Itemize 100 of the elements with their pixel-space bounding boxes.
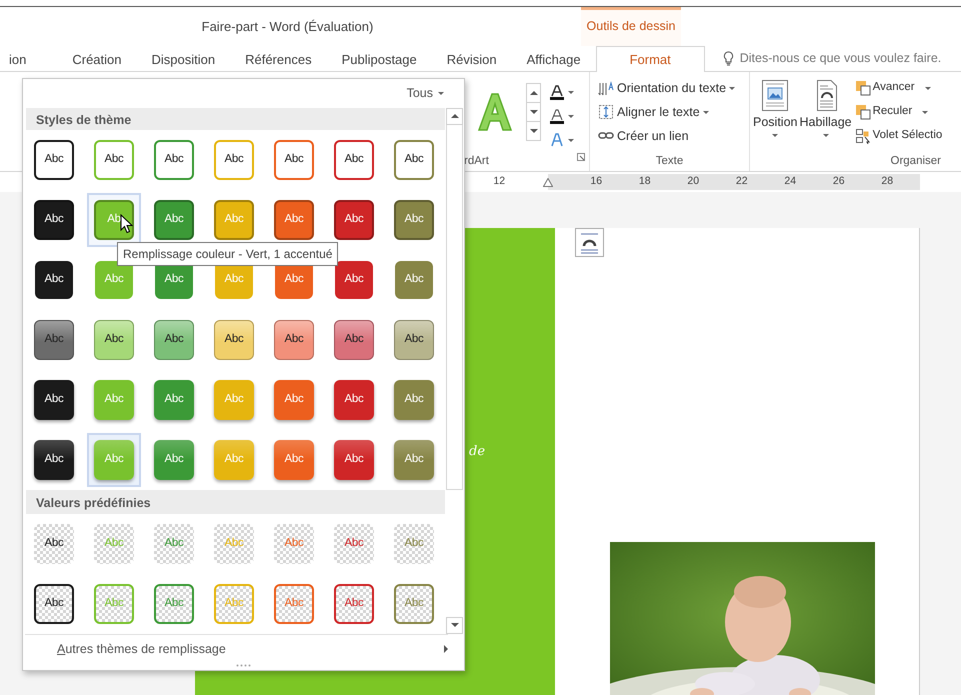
style-swatch[interactable]: Abc: [274, 584, 314, 624]
ribbon-command[interactable]: Créer un lien: [596, 124, 749, 148]
resize-grip-icon[interactable]: [236, 664, 252, 668]
style-swatch[interactable]: Abc: [214, 140, 254, 180]
scroll-up-button[interactable]: [446, 108, 463, 125]
style-swatch[interactable]: Abc: [34, 380, 74, 420]
style-swatch[interactable]: Abc: [154, 200, 194, 240]
scroll-down-button[interactable]: [446, 616, 463, 634]
context-tab-label: Outils de dessin: [581, 7, 681, 46]
style-swatch[interactable]: Abc: [154, 524, 194, 564]
style-swatch[interactable]: Abc: [154, 140, 194, 180]
style-swatch[interactable]: Abc: [334, 380, 374, 420]
filter-dropdown[interactable]: Tous: [404, 84, 446, 103]
style-swatch[interactable]: Abc: [334, 584, 374, 624]
style-swatch[interactable]: Abc: [394, 200, 434, 240]
style-swatch[interactable]: Abc: [154, 380, 194, 420]
ribbon-tab[interactable]: Disposition: [136, 46, 230, 72]
gallery-more-button[interactable]: [526, 121, 541, 141]
ribbon-tab[interactable]: ion: [0, 46, 58, 72]
style-swatch[interactable]: Abc: [154, 320, 194, 360]
ruler-number: 26: [832, 174, 846, 190]
text-fill-icon: [549, 84, 565, 100]
style-swatch[interactable]: Abc: [214, 320, 254, 360]
send-backward-icon: [854, 104, 871, 120]
style-swatch[interactable]: Abc: [94, 320, 134, 360]
style-swatch[interactable]: Abc: [154, 584, 194, 624]
ribbon-tab[interactable]: Références: [230, 46, 327, 72]
caret-icon: [568, 90, 574, 94]
style-swatch[interactable]: Abc: [395, 260, 433, 299]
style-swatch[interactable]: Abc: [94, 140, 134, 180]
ribbon-command[interactable]: Position: [752, 72, 798, 153]
style-swatch[interactable]: Abc: [334, 524, 374, 564]
caret-icon: [772, 134, 778, 137]
text-effects-icon: [549, 132, 565, 148]
ribbon-command[interactable]: Aligner le texte: [596, 100, 749, 124]
style-swatch[interactable]: Abc: [274, 440, 314, 480]
style-swatch[interactable]: Abc: [334, 200, 374, 240]
submenu-arrow-icon: [444, 645, 448, 654]
style-swatch[interactable]: Abc: [335, 260, 373, 299]
ribbon-command[interactable]: Orientation du texte: [596, 76, 749, 100]
ruler-number: 22: [734, 174, 749, 190]
ribbon-command[interactable]: Volet Sélectio: [852, 124, 944, 148]
page-text: de: [469, 444, 486, 459]
dialog-launcher-icon[interactable]: [577, 153, 585, 161]
group-label: Organiser: [890, 154, 941, 169]
ribbon-tab[interactable]: Révision: [432, 46, 512, 72]
style-swatch[interactable]: Abc: [394, 440, 434, 480]
style-swatch[interactable]: Abc: [154, 440, 194, 480]
style-swatch[interactable]: Abc: [274, 320, 314, 360]
bring-forward-icon: [854, 80, 871, 96]
group-label: rdArt: [464, 154, 489, 169]
position-icon: [760, 80, 790, 111]
ruler-number: 18: [638, 174, 652, 190]
ribbon-command[interactable]: Reculer: [852, 100, 944, 124]
gallery-down-button[interactable]: [526, 102, 541, 122]
ruler-number: 20: [686, 174, 700, 190]
caret-icon: [568, 138, 574, 142]
style-swatch[interactable]: Abc: [34, 524, 74, 564]
style-swatch[interactable]: Abc: [334, 140, 374, 180]
style-swatch[interactable]: Abc: [274, 200, 314, 240]
style-swatch[interactable]: Abc: [34, 584, 74, 624]
ribbon-tab[interactable]: Affichage: [512, 46, 596, 72]
layout-options-icon[interactable]: [575, 228, 604, 257]
group-label: Texte: [654, 154, 684, 169]
style-swatch[interactable]: Abc: [274, 380, 314, 420]
ribbon-tab[interactable]: Création: [57, 46, 136, 72]
style-swatch[interactable]: Abc: [334, 440, 374, 480]
caret-icon: [822, 134, 829, 137]
style-swatch[interactable]: Abc: [35, 260, 73, 299]
style-swatch[interactable]: Abc: [394, 140, 434, 180]
lightbulb-icon: [722, 51, 734, 66]
ribbon-command[interactable]: Avancer: [852, 76, 944, 100]
ruler-number: 28: [880, 174, 894, 190]
style-swatch[interactable]: Abc: [274, 524, 314, 564]
ruler-number: 16: [589, 174, 604, 190]
ruler-number: 24: [783, 174, 798, 190]
style-swatch[interactable]: Abc: [34, 320, 74, 360]
caret-icon: [568, 114, 574, 118]
style-swatch[interactable]: Abc: [34, 200, 74, 240]
ribbon-command[interactable]: Habillage: [798, 72, 853, 153]
caret-icon: [438, 92, 444, 95]
menu-item[interactable]: Autres thèmes de remplissage: [25, 640, 444, 659]
mouse-cursor-icon: [120, 214, 133, 234]
style-swatch[interactable]: Abc: [334, 320, 374, 360]
indent-marker-icon[interactable]: [542, 178, 553, 186]
style-swatch[interactable]: Abc: [34, 140, 74, 180]
style-swatch[interactable]: Abc: [394, 380, 434, 420]
ribbon-tab[interactable]: Publipostage: [326, 46, 432, 72]
style-swatch[interactable]: Abc: [274, 140, 314, 180]
style-swatch[interactable]: Abc: [394, 524, 434, 564]
style-swatch[interactable]: Abc: [394, 320, 434, 360]
scrollbar-thumb[interactable]: [446, 124, 463, 490]
ribbon-tab[interactable]: Format: [596, 46, 705, 72]
style-swatch[interactable]: Abc: [394, 584, 434, 624]
style-swatch[interactable]: Abc: [34, 440, 74, 480]
text-outline-icon: [549, 108, 565, 124]
align-text-icon: [598, 104, 614, 120]
gallery-up-button[interactable]: [526, 83, 541, 103]
section-header: Styles de thème: [26, 108, 445, 130]
tell-me-field[interactable]: Dites-nous ce que vous voulez faire.: [738, 48, 961, 69]
